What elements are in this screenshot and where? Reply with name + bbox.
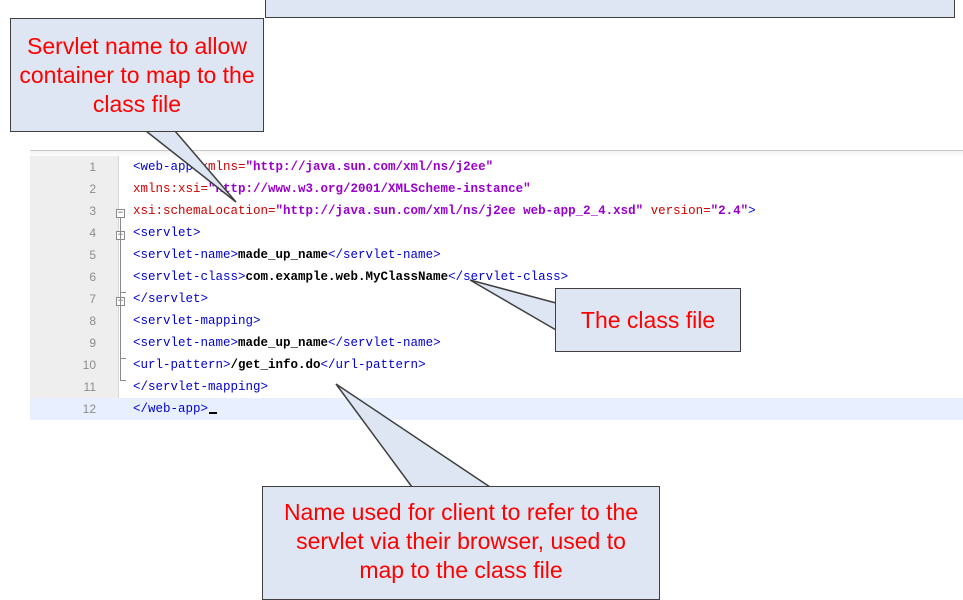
class-file-pointer xyxy=(469,279,557,332)
class-file-callout: The class file xyxy=(555,288,741,352)
servlet-name-callout: Servlet name to allow container to map t… xyxy=(10,18,264,132)
url-pattern-callout-text: Name used for client to refer to the ser… xyxy=(283,498,639,583)
servlet-name-pointer xyxy=(112,130,237,203)
servlet-name-callout-text: Servlet name to allow container to map t… xyxy=(19,32,255,117)
url-pattern-callout: Name used for client to refer to the ser… xyxy=(262,486,660,600)
url-pattern-pointer xyxy=(335,383,493,488)
class-file-callout-text: The class file xyxy=(580,306,716,333)
